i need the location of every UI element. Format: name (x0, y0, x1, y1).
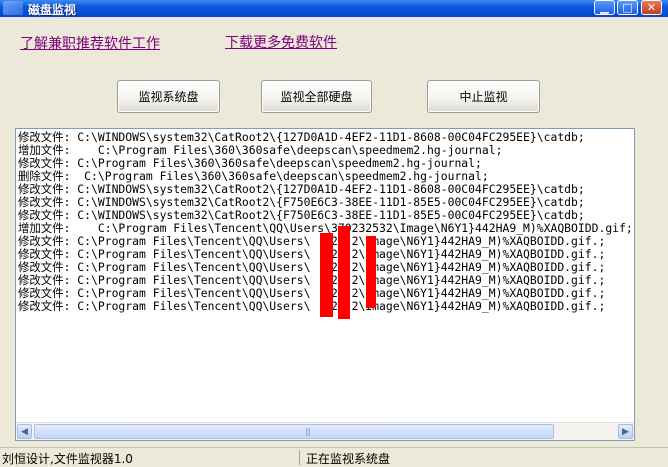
status-author: 刘恒设计,文件监视器1.0 (2, 452, 133, 466)
close-button[interactable]: ✕ (641, 0, 662, 15)
app-icon (3, 1, 23, 15)
monitor-system-button[interactable]: 监视系统盘 (117, 80, 220, 113)
status-divider (299, 450, 300, 465)
grip-icon: ||| (305, 427, 311, 436)
status-state: 正在监视系统盘 (306, 452, 391, 466)
log-line: 修改文件: C:\Program Files\Tencent\QQ\Users\… (18, 299, 606, 313)
parttime-link[interactable]: 了解兼职推荐软件工作 (20, 33, 160, 53)
redaction-mark (338, 226, 350, 319)
log-textarea[interactable]: 修改文件: C:\WINDOWS\system32\CatRoot2\{127D… (15, 128, 635, 441)
scroll-left-icon[interactable]: ◀ (17, 424, 32, 439)
redaction-mark (366, 236, 376, 308)
window-title: 磁盘监视 (28, 3, 77, 17)
horizontal-scrollbar[interactable]: ◀ ||| ▶ (16, 422, 634, 440)
maximize-button[interactable]: □ (617, 0, 638, 15)
monitor-all-button[interactable]: 监视全部硬盘 (261, 80, 372, 113)
status-bar: 刘恒设计,文件监视器1.0 正在监视系统盘 (0, 447, 668, 467)
stop-button[interactable]: 中止监视 (427, 80, 540, 113)
title-bar[interactable]: 磁盘监视 ▁ □ ✕ (0, 0, 668, 17)
redaction-mark (320, 233, 333, 317)
minimize-button[interactable]: ▁ (594, 0, 615, 15)
scrollbar-thumb[interactable]: ||| (34, 424, 554, 439)
scroll-right-icon[interactable]: ▶ (618, 424, 633, 439)
download-link[interactable]: 下载更多免费软件 (225, 32, 337, 52)
